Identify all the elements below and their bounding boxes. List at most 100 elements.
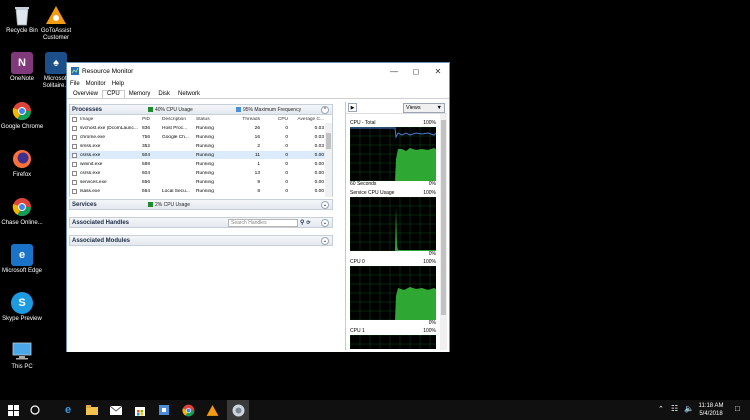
column-header-description[interactable]: Description <box>162 117 194 122</box>
title-bar[interactable]: Resource Monitor — ◻ ✕ <box>67 63 449 79</box>
chrome-icon <box>11 196 33 218</box>
associated-modules-section-header[interactable]: Associated Modules ⌄ <box>69 235 333 246</box>
services-cpu-meta: 2% CPU Usage <box>148 202 190 208</box>
menu-monitor[interactable]: Monitor <box>86 81 106 87</box>
close-button[interactable]: ✕ <box>427 63 449 79</box>
taskbar-mail[interactable] <box>109 403 123 417</box>
cell-cpu: 0 <box>285 188 288 194</box>
row-checkbox[interactable] <box>72 152 77 158</box>
taskbar-file-explorer[interactable] <box>85 403 99 417</box>
row-checkbox[interactable] <box>72 170 77 176</box>
menu-file[interactable]: File <box>70 81 80 87</box>
tab-overview[interactable]: Overview <box>69 91 102 98</box>
computer-icon <box>11 340 33 362</box>
tab-network[interactable]: Network <box>174 91 204 98</box>
expand-chevron-down-icon[interactable]: ⌄ <box>321 200 329 209</box>
search-handles-placeholder: Search Handles <box>231 219 267 226</box>
table-row[interactable]: csrss.exe 504 Running 11 0 0.00 <box>70 151 326 159</box>
table-row[interactable]: svchost.exe (DcomLaunc... 836 Host Proc...… <box>70 124 326 132</box>
graph-title-row: Service CPU Usage 100% <box>350 190 436 197</box>
cell-pid: 836 <box>142 125 151 131</box>
row-checkbox[interactable] <box>72 188 77 194</box>
collapse-chevron-up-icon[interactable]: ⌃ <box>321 105 329 114</box>
green-square-icon <box>148 107 153 112</box>
table-row[interactable]: chrome.exe 756 Google Ch... Running 16 0 0.03 <box>70 133 326 141</box>
cell-pid: 352 <box>142 143 151 149</box>
column-header-average-cpu[interactable]: Average C... <box>292 117 324 122</box>
cell-threads: 16 <box>254 134 260 140</box>
views-dropdown[interactable]: Views ▼ <box>403 102 445 113</box>
volume-icon[interactable]: 🔈 <box>684 404 694 413</box>
row-checkbox[interactable] <box>72 143 77 149</box>
cell-cpu: 0 <box>285 161 288 167</box>
graph-max: 100% <box>423 259 436 265</box>
services-section-header[interactable]: Services 2% CPU Usage ⌄ <box>69 199 333 210</box>
table-row[interactable]: lsass.exe 664 Local Secu... Running 8 0 0.00 <box>70 187 326 195</box>
cpu-0-graph-canvas <box>349 265 436 321</box>
search-handles-input[interactable]: Search Handles <box>228 218 298 227</box>
cpu-1-graph-canvas <box>349 334 436 349</box>
blue-square-icon <box>236 107 241 112</box>
collapse-pane-arrow-icon[interactable]: ▶ <box>348 103 357 112</box>
cell-description: Google Ch... <box>162 134 189 140</box>
column-header-status[interactable]: Status <box>196 117 224 122</box>
column-header-cpu[interactable]: CPU <box>268 117 288 122</box>
taskbar-edge[interactable]: e <box>61 403 75 417</box>
expand-chevron-down-icon[interactable]: ⌄ <box>321 236 329 245</box>
graph-footer: 0% <box>350 320 436 326</box>
search-icon[interactable]: ⚲ <box>300 219 304 226</box>
table-row[interactable]: csrss.exe 604 Running 13 0 0.00 <box>70 169 326 177</box>
green-square-icon <box>148 202 153 207</box>
desktop-icon-chrome[interactable]: Google Chrome <box>0 100 44 131</box>
row-checkbox[interactable] <box>72 179 77 185</box>
taskbar-resource-monitor[interactable] <box>227 400 249 420</box>
search-button[interactable] <box>28 403 42 417</box>
select-all-checkbox[interactable] <box>72 116 77 122</box>
tab-memory[interactable]: Memory <box>125 91 155 98</box>
clock[interactable]: 11:18 AM 5/4/2018 <box>698 402 724 418</box>
taskbar-chrome[interactable] <box>181 403 195 417</box>
desktop-icon-label: Google Chrome <box>0 124 44 130</box>
cell-status: Running <box>196 170 214 176</box>
column-header-pid[interactable]: PID <box>142 117 160 122</box>
start-button[interactable] <box>6 403 20 417</box>
cell-image: svchost.exe (DcomLaunc... <box>80 125 138 131</box>
processes-section-header[interactable]: Processes 40% CPU Usage 95% Maximum Freq… <box>69 104 333 115</box>
desktop-icon-firefox[interactable]: Firefox <box>0 148 44 179</box>
table-row[interactable]: services.exe 656 Running 9 0 0.00 <box>70 178 326 186</box>
desktop-icon-this-pc[interactable]: This PC <box>0 340 44 371</box>
taskbar-store[interactable] <box>133 403 147 417</box>
desktop-icon-skype[interactable]: S Skype Preview <box>0 292 44 323</box>
processes-scrollbar[interactable] <box>325 123 332 197</box>
menu-help[interactable]: Help <box>112 81 124 87</box>
taskbar-gotoassist[interactable] <box>205 403 219 417</box>
column-header-image[interactable]: Image <box>80 117 140 122</box>
table-row[interactable]: smss.exe 352 Running 2 0 0.03 <box>70 142 326 150</box>
desktop-icon-edge[interactable]: e Microsoft Edge <box>0 244 44 275</box>
associated-handles-section-header[interactable]: Associated Handles Search Handles ⚲ ⟳ ⌄ <box>69 217 333 228</box>
network-icon[interactable]: ☷ <box>671 404 678 413</box>
maximize-button[interactable]: ◻ <box>405 63 427 79</box>
left-pane: Processes 40% CPU Usage 95% Maximum Freq… <box>69 104 333 350</box>
graph-pane-scrollbar[interactable] <box>440 114 447 350</box>
processes-max-frequency: 95% Maximum Frequency <box>243 106 302 113</box>
cell-status: Running <box>196 143 214 149</box>
taskbar-security[interactable] <box>157 403 171 417</box>
row-checkbox[interactable] <box>72 161 77 167</box>
desktop-icon-chase[interactable]: Chase Online... <box>0 196 44 227</box>
table-row[interactable]: wininit.exe 588 Running 1 0 0.00 <box>70 160 326 168</box>
notifications-icon[interactable]: □ <box>735 404 740 413</box>
graph-title: CPU - Total <box>350 120 376 126</box>
minimize-button[interactable]: — <box>383 63 405 79</box>
cell-average-cpu: 0.00 <box>314 161 324 167</box>
refresh-icon[interactable]: ⟳ <box>306 220 310 226</box>
desktop-icon-gotoassist[interactable]: GoToAssist Customer <box>34 4 78 42</box>
tab-cpu[interactable]: CPU <box>102 90 125 98</box>
tab-disk[interactable]: Disk <box>154 91 174 98</box>
row-checkbox[interactable] <box>72 125 77 131</box>
row-checkbox[interactable] <box>72 134 77 140</box>
show-hidden-icons-chevron-icon[interactable]: ⌃ <box>658 405 664 413</box>
cell-status: Running <box>196 134 214 140</box>
expand-chevron-down-icon[interactable]: ⌄ <box>321 218 329 227</box>
column-header-threads[interactable]: Threads <box>236 117 260 122</box>
